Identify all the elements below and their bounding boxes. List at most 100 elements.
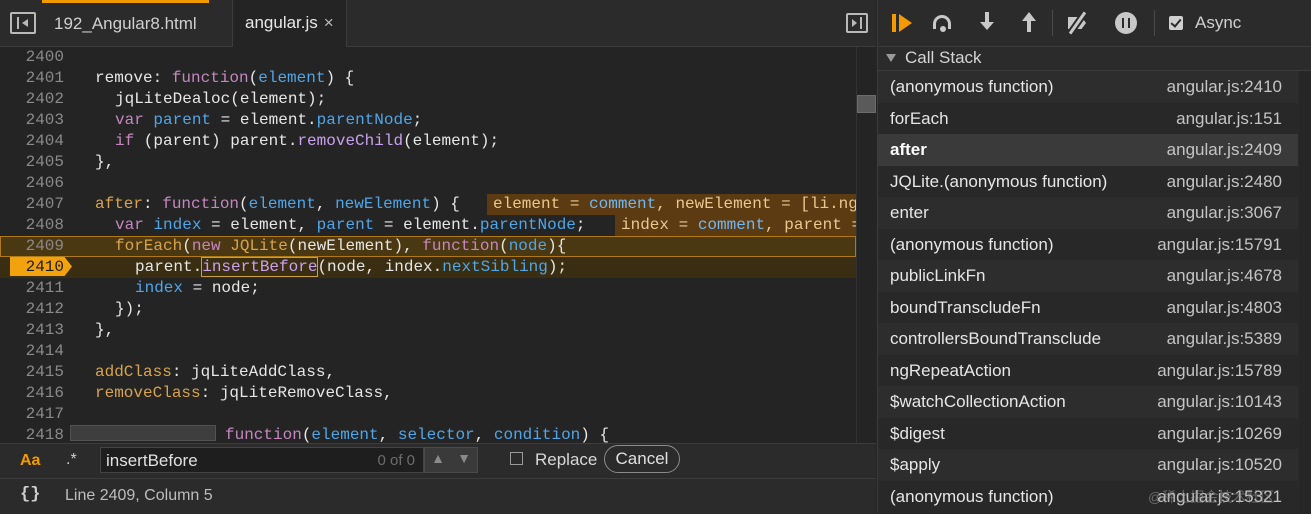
pretty-print-icon[interactable]: {} [20, 485, 40, 504]
replace-checkbox[interactable] [510, 452, 523, 465]
code-line: 2412}); [0, 299, 856, 320]
line-number[interactable]: 2414 [0, 341, 64, 362]
toggle-navigator-icon[interactable] [10, 12, 36, 34]
toolbar-divider [1052, 10, 1053, 36]
code-line: 2413}, [0, 320, 856, 341]
call-frame-selected[interactable]: after angular.js:2409 [878, 134, 1298, 166]
tab-label: angular.js [245, 13, 318, 32]
step-out-icon[interactable] [1018, 12, 1040, 34]
code-line: 2406 [0, 173, 856, 194]
debugger-pane: Async Call Stack (anonymous function) ang… [877, 0, 1311, 513]
code-line: 2400 [0, 47, 856, 68]
call-frame[interactable]: ngRepeatAction angular.js:15789 [878, 354, 1298, 386]
search-nav: ▲ ▼ [424, 447, 478, 473]
call-stack-title: Call Stack [905, 48, 982, 67]
line-number[interactable]: 2408 [0, 215, 64, 236]
line-number[interactable]: 2409 [0, 236, 64, 257]
line-number[interactable]: 2415 [0, 362, 64, 383]
cancel-button[interactable]: Cancel [604, 445, 680, 473]
next-match-icon[interactable]: ▼ [451, 450, 477, 466]
call-stack-scrollbar[interactable] [1299, 71, 1311, 513]
tab-label: 192_Angular8.html [54, 14, 197, 33]
deactivate-breakpoints-icon[interactable] [1066, 12, 1088, 34]
step-over-icon[interactable] [932, 12, 954, 34]
match-count: 0 of 0 [377, 452, 415, 469]
search-match: insertBefore [201, 257, 319, 277]
scrollbar-thumb[interactable] [857, 95, 876, 113]
code-text: var index = element, parent = element.pa… [115, 216, 586, 234]
regex-toggle[interactable]: .* [66, 451, 77, 469]
code-line: 2416 removeClass: jqLiteRemoveClass, [0, 383, 856, 404]
code-line: 2408 var index = element, parent = elemen… [0, 215, 856, 236]
expand-triangle-icon [886, 54, 896, 62]
line-number[interactable]: 2400 [0, 47, 64, 68]
line-number[interactable]: 2404 [0, 131, 64, 152]
match-case-toggle[interactable]: Aa [20, 452, 40, 470]
search-input-value: insertBefore [106, 451, 198, 470]
call-frame[interactable]: $watchCollectionAction angular.js:10143 [878, 386, 1298, 418]
code-text: removeClass: jqLiteRemoveClass, [95, 384, 393, 402]
call-frame[interactable]: boundTranscludeFn angular.js:4803 [878, 291, 1298, 323]
line-number[interactable]: 2412 [0, 299, 64, 320]
pause-on-exceptions-icon[interactable] [1115, 12, 1137, 34]
code-editor[interactable]: 2400 2401 remove: function(element) { 240… [0, 47, 856, 443]
inline-value-hint: index = comment, parent = [615, 215, 856, 236]
search-input[interactable]: insertBefore 0 of 0 [100, 447, 424, 473]
line-number[interactable]: 2413 [0, 320, 64, 341]
line-number[interactable]: 2411 [0, 278, 64, 299]
call-frame[interactable]: JQLite.(anonymous function) angular.js:24… [878, 165, 1298, 197]
line-number[interactable]: 2407 [0, 194, 64, 215]
tab-angular-js[interactable]: angular.js × [232, 0, 347, 47]
code-text: var parent = element.parentNode; [115, 111, 423, 129]
code-line: 2401 remove: function(element) { [0, 68, 856, 89]
horizontal-scrollbar[interactable] [70, 425, 216, 441]
tab-192-angular8-html[interactable]: 192_Angular8.html [42, 0, 209, 46]
code-line: 2403 var parent = element.parentNode; [0, 110, 856, 131]
paused-line: 2410 parent.insertBefore(node, index.next… [0, 257, 856, 278]
line-number[interactable]: 2416 [0, 383, 64, 404]
call-frame[interactable]: $apply angular.js:10520 [878, 449, 1298, 481]
call-frame[interactable]: enter angular.js:3067 [878, 197, 1298, 229]
line-number[interactable]: 2402 [0, 89, 64, 110]
vertical-scrollbar[interactable] [856, 47, 877, 443]
code-text: if (parent) parent.removeChild(element); [115, 132, 500, 150]
call-stack-header[interactable]: Call Stack [878, 47, 1311, 71]
call-frame[interactable]: (anonymous function) angular.js:15791 [878, 228, 1298, 260]
step-into-icon[interactable] [976, 12, 998, 34]
code-line: 2402 jqLiteDealoc(element); [0, 89, 856, 110]
code-text: }, [95, 153, 115, 171]
call-frame[interactable]: controllersBoundTransclude angular.js:538… [878, 323, 1298, 355]
call-frame[interactable]: (anonymous function) angular.js:2410 [878, 71, 1298, 103]
code-line: 2414 [0, 341, 856, 362]
code-text: }, [95, 321, 115, 339]
code-text: remove: function(element) { [95, 69, 355, 87]
previous-match-icon[interactable]: ▲ [425, 450, 451, 466]
status-bar: {} Line 2409, Column 5 [0, 478, 876, 514]
code-text: forEach(new JQLite(newElement), function… [115, 237, 567, 255]
call-frame[interactable]: publicLinkFn angular.js:4678 [878, 260, 1298, 292]
code-text: after: function(element, newElement) { [95, 195, 460, 213]
call-stack-list: (anonymous function) angular.js:2410 forE… [878, 71, 1298, 512]
async-checkbox[interactable] [1169, 16, 1183, 30]
code-text: parent.insertBefore(node, index.nextSibl… [135, 257, 568, 277]
code-line: 2404 if (parent) parent.removeChild(eleme… [0, 131, 856, 152]
code-text: index = node; [135, 279, 260, 297]
tab-bar: 192_Angular8.html angular.js × [0, 0, 876, 47]
call-frame[interactable]: $digest angular.js:10269 [878, 417, 1298, 449]
close-icon[interactable]: × [324, 13, 334, 32]
call-frame[interactable]: forEach angular.js:151 [878, 102, 1298, 134]
line-number[interactable]: 2401 [0, 68, 64, 89]
line-number[interactable]: 2410 [0, 257, 64, 278]
line-number[interactable]: 2403 [0, 110, 64, 131]
line-number[interactable]: 2417 [0, 404, 64, 425]
toggle-debugger-icon[interactable] [846, 13, 868, 33]
line-number[interactable]: 2406 [0, 173, 64, 194]
search-bar: Aa .* insertBefore 0 of 0 ▲ ▼ Replace Ca… [0, 443, 876, 478]
line-number[interactable]: 2418 [0, 425, 64, 443]
inline-value-hint: element = comment, newElement = [li.ng- [487, 194, 856, 215]
resume-icon[interactable] [892, 12, 914, 34]
code-line: 2417 [0, 404, 856, 425]
line-number[interactable]: 2405 [0, 152, 64, 173]
code-line: 2405}, [0, 152, 856, 173]
code-text: }); [115, 300, 144, 318]
